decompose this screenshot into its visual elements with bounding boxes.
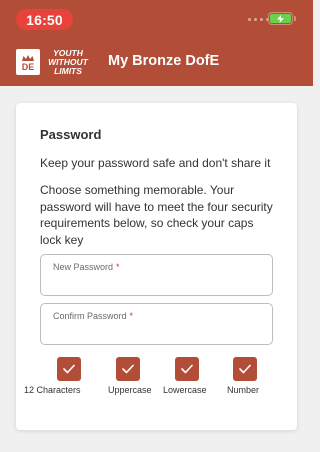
status-time: 16:50 — [16, 9, 73, 30]
check-icon — [116, 357, 140, 381]
logo-line: LIMITS — [54, 65, 82, 76]
dofe-logo: DE — [16, 49, 40, 75]
signal-icon — [248, 18, 269, 21]
requirement-label: Lowercase — [163, 385, 207, 395]
check-icon — [57, 357, 81, 381]
youth-without-limits-logo: YOUTH WITHOUT LIMITS — [46, 48, 90, 76]
check-icon — [233, 357, 257, 381]
app-title: My Bronze DofE — [108, 53, 220, 69]
confirm-password-field[interactable]: Confirm Password * — [40, 303, 273, 345]
status-bar: 16:50 — [0, 0, 313, 36]
requirement-lowercase: Lowercase — [153, 357, 213, 403]
new-password-input[interactable] — [52, 273, 261, 291]
crown-icon — [22, 55, 34, 61]
password-requirements: 12 Characters Uppercase Lowercase Number — [24, 357, 281, 403]
card-title: Password — [40, 127, 102, 142]
top-bar: 16:50 DE YOUTH WITHOUT LIMITS My Bronze … — [0, 0, 313, 86]
required-mark: * — [129, 311, 134, 321]
requirement-uppercase: Uppercase — [92, 357, 152, 403]
new-password-label: New Password * — [53, 262, 120, 272]
charging-bolt-icon — [277, 14, 284, 23]
card-subtitle: Keep your password safe and don't share … — [40, 156, 271, 170]
requirement-12-characters: 12 Characters — [24, 357, 92, 403]
confirm-password-input[interactable] — [52, 322, 261, 340]
requirement-label: Number — [227, 385, 260, 395]
battery-icon — [268, 12, 296, 25]
logo-de-text: DE — [21, 62, 35, 72]
requirement-label: 12 Characters — [24, 385, 81, 395]
required-mark: * — [116, 262, 120, 272]
password-card: Password Keep your password safe and don… — [16, 103, 297, 430]
requirement-number: Number — [212, 357, 272, 403]
new-password-field[interactable]: New Password * — [40, 254, 273, 296]
confirm-password-label: Confirm Password * — [53, 311, 134, 321]
app-header: DE YOUTH WITHOUT LIMITS My Bronze DofE — [0, 40, 313, 84]
requirement-label: Uppercase — [108, 385, 152, 395]
card-instructions: Choose something memorable. Your passwor… — [40, 183, 273, 247]
check-icon — [175, 357, 199, 381]
